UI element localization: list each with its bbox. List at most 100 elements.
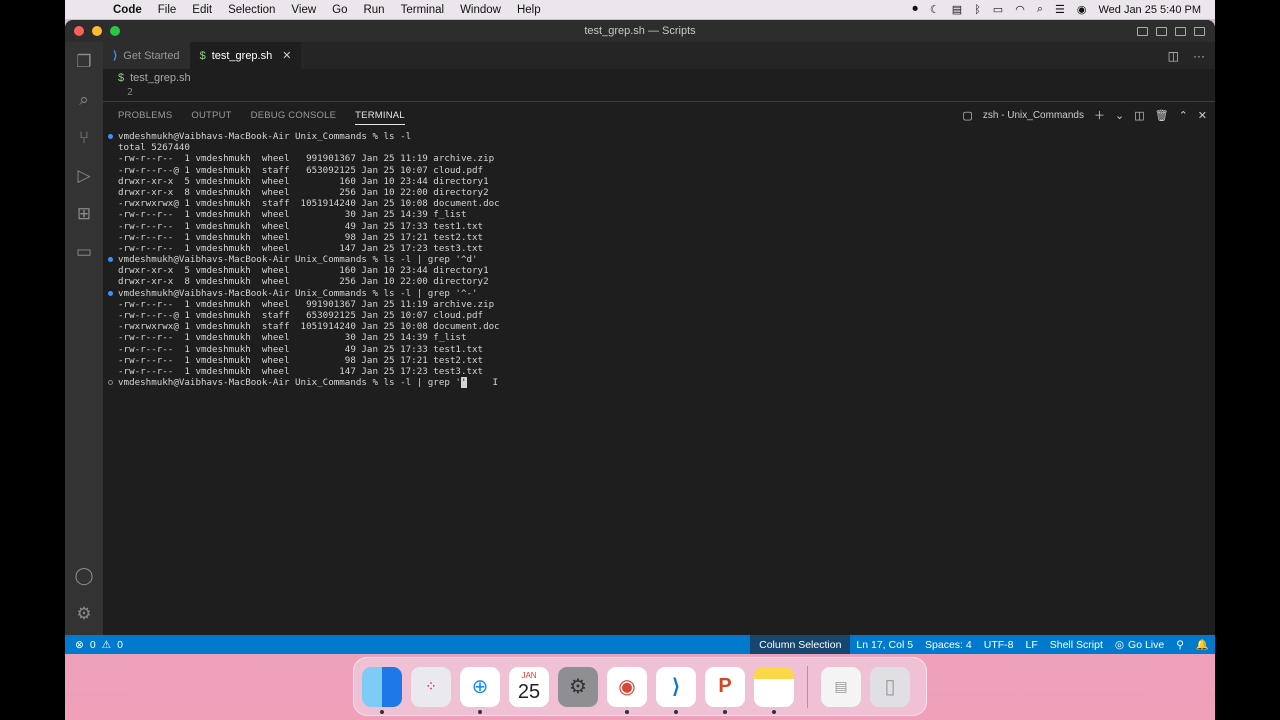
dock-separator bbox=[807, 665, 808, 708]
menu-edit[interactable]: Edit bbox=[184, 4, 220, 16]
warning-icon[interactable]: ⚠ bbox=[102, 639, 111, 651]
menu-window[interactable]: Window bbox=[452, 4, 509, 16]
tab-problems[interactable]: PROBLEMS bbox=[118, 110, 172, 121]
powerpoint-icon[interactable]: P bbox=[705, 666, 745, 714]
calendar-day: 25 bbox=[517, 680, 541, 703]
control-strip-icon[interactable]: ▤ bbox=[952, 3, 962, 16]
tab-get-started[interactable]: ⟩ Get Started bbox=[103, 42, 190, 69]
safari-icon[interactable]: ⊕ bbox=[460, 666, 500, 714]
control-center-icon[interactable]: ☰ bbox=[1055, 3, 1065, 16]
vscode-icon[interactable]: ⟩ bbox=[656, 666, 696, 714]
calendar-icon[interactable]: JAN 25 bbox=[509, 666, 549, 707]
extensions-icon[interactable]: ⊞ bbox=[74, 204, 94, 224]
terminal-line-text: drwxr-xr-x 8 vmdeshmukh wheel 256 Jan 10… bbox=[118, 276, 489, 288]
chevron-down-icon[interactable]: ⌄ bbox=[1115, 109, 1124, 122]
terminal-prompt-line[interactable]: vmdeshmukh@Vaibhavs-MacBook-Air Unix_Com… bbox=[108, 377, 1215, 389]
terminal-line: -rw-r--r--@ 1 vmdeshmukh staff 653092125… bbox=[118, 165, 1215, 176]
terminal-line-text: vmdeshmukh@Vaibhavs-MacBook-Air Unix_Com… bbox=[118, 131, 412, 142]
source-control-icon[interactable]: ⑂ bbox=[74, 128, 94, 148]
language-mode[interactable]: Shell Script bbox=[1044, 635, 1109, 654]
breadcrumb-file[interactable]: test_grep.sh bbox=[130, 72, 191, 84]
more-actions-icon[interactable]: ··· bbox=[1193, 49, 1205, 63]
split-terminal-icon[interactable]: ◫ bbox=[1134, 109, 1144, 122]
wifi-icon[interactable]: ◠ bbox=[1015, 3, 1025, 16]
settings-gear-icon[interactable]: ⚙ bbox=[74, 604, 94, 624]
warning-count[interactable]: 0 bbox=[117, 639, 123, 651]
close-tab-icon[interactable]: ✕ bbox=[282, 49, 291, 62]
shell-icon: $ bbox=[118, 72, 125, 84]
dock: ⁘ ⊕ JAN 25 ⚙ ◉ ⟩ P ▤ ▯ bbox=[353, 657, 927, 716]
split-editor-icon[interactable]: ◫ bbox=[1168, 49, 1179, 63]
indentation[interactable]: Spaces: 4 bbox=[919, 635, 978, 654]
terminal-line-text: vmdeshmukh@Vaibhavs-MacBook-Air Unix_Com… bbox=[118, 287, 478, 299]
close-panel-icon[interactable]: ✕ bbox=[1198, 109, 1207, 122]
terminal-line: -rw-r--r-- 1 vmdeshmukh wheel 147 Jan 25… bbox=[118, 366, 1215, 377]
bottom-panel: PROBLEMS OUTPUT DEBUG CONSOLE TERMINAL ▢… bbox=[103, 101, 1215, 635]
column-selection-status[interactable]: Column Selection bbox=[750, 635, 851, 654]
menu-app-name[interactable]: Code bbox=[105, 4, 150, 16]
notes-icon[interactable] bbox=[754, 666, 794, 714]
clock[interactable]: Wed Jan 25 5:40 PM bbox=[1098, 4, 1201, 16]
menu-run[interactable]: Run bbox=[355, 4, 392, 16]
cursor-position[interactable]: Ln 17, Col 5 bbox=[850, 635, 919, 654]
new-terminal-icon[interactable]: ＋ bbox=[1094, 107, 1105, 123]
command-decoration-icon[interactable] bbox=[108, 290, 113, 296]
tab-terminal[interactable]: TERMINAL bbox=[355, 110, 405, 125]
battery-icon[interactable]: ▭ bbox=[993, 3, 1003, 16]
calendar-month: JAN bbox=[521, 670, 537, 680]
record-icon[interactable]: ⏺ bbox=[912, 3, 918, 16]
explorer-icon[interactable]: ❐ bbox=[74, 52, 94, 72]
menu-file[interactable]: File bbox=[150, 4, 185, 16]
remote-explorer-icon[interactable]: ▭ bbox=[74, 242, 94, 262]
search-icon[interactable]: ⌕ bbox=[1037, 3, 1043, 16]
trash-icon[interactable]: ▯ bbox=[870, 666, 910, 707]
system-settings-icon[interactable]: ⚙ bbox=[558, 666, 598, 707]
activity-bar: ❐ ⌕ ⑂ ▷ ⊞ ▭ ◯ ⚙ bbox=[65, 42, 103, 654]
accounts-icon[interactable]: ◯ bbox=[74, 566, 94, 586]
terminal-line: -rw-r--r-- 1 vmdeshmukh wheel 991901367 … bbox=[118, 299, 1215, 310]
vscode-icon: ⟩ bbox=[113, 50, 118, 62]
error-icon[interactable]: ⊗ bbox=[75, 639, 84, 651]
tab-label: test_grep.sh bbox=[211, 49, 273, 62]
feedback-icon[interactable]: ⚲ bbox=[1170, 635, 1190, 654]
launchpad-icon[interactable]: ⁘ bbox=[411, 666, 451, 707]
command-decoration-icon[interactable] bbox=[108, 380, 113, 386]
downloads-stack-icon[interactable]: ▤ bbox=[821, 666, 861, 707]
siri-icon[interactable]: ◉ bbox=[1077, 3, 1087, 16]
menu-terminal[interactable]: Terminal bbox=[393, 4, 452, 16]
bluetooth-icon[interactable]: ᛒ bbox=[974, 4, 981, 16]
terminal-output[interactable]: vmdeshmukh@Vaibhavs-MacBook-Air Unix_Com… bbox=[103, 128, 1215, 635]
terminal-line: -rwxrwxrwx@ 1 vmdeshmukh staff 105191424… bbox=[118, 321, 1215, 332]
window-title: test_grep.sh — Scripts bbox=[584, 25, 696, 37]
command-decoration-icon[interactable] bbox=[108, 257, 113, 263]
finder-icon[interactable] bbox=[362, 666, 402, 714]
menu-view[interactable]: View bbox=[283, 4, 324, 16]
command-decoration-icon[interactable] bbox=[108, 134, 113, 139]
terminal-line-text: -rwxrwxrwx@ 1 vmdeshmukh staff 105191424… bbox=[118, 321, 500, 333]
notifications-bell-icon[interactable]: 🔔 bbox=[1190, 635, 1215, 654]
menu-selection[interactable]: Selection bbox=[220, 4, 283, 16]
breadcrumb: $ test_grep.sh bbox=[103, 69, 1215, 87]
terminal-line: drwxr-xr-x 5 vmdeshmukh wheel 160 Jan 10… bbox=[118, 176, 1215, 187]
moon-icon[interactable]: ☾ bbox=[930, 3, 940, 16]
broadcast-icon: ◎ bbox=[1114, 638, 1125, 651]
tab-test-grep[interactable]: $ test_grep.sh ✕ bbox=[189, 42, 302, 69]
terminal-name[interactable]: zsh - Unix_Commands bbox=[983, 110, 1084, 121]
encoding[interactable]: UTF-8 bbox=[978, 635, 1020, 654]
search-icon[interactable]: ⌕ bbox=[74, 90, 94, 110]
run-debug-icon[interactable]: ▷ bbox=[74, 166, 94, 186]
error-count[interactable]: 0 bbox=[90, 639, 96, 651]
menu-help[interactable]: Help bbox=[509, 4, 549, 16]
terminal-line: drwxr-xr-x 8 vmdeshmukh wheel 256 Jan 10… bbox=[118, 187, 1215, 198]
shell-icon: $ bbox=[199, 49, 206, 62]
terminal-line: -rw-r--r-- 1 vmdeshmukh wheel 98 Jan 25 … bbox=[118, 232, 1215, 243]
maximize-panel-icon[interactable]: ⌃ bbox=[1179, 109, 1188, 122]
tab-output[interactable]: OUTPUT bbox=[191, 110, 231, 121]
menu-go[interactable]: Go bbox=[324, 4, 355, 16]
go-live-button[interactable]: ◎ Go Live bbox=[1109, 635, 1170, 654]
trash-icon[interactable]: 🗑 bbox=[1155, 109, 1169, 122]
end-of-line[interactable]: LF bbox=[1019, 635, 1043, 654]
tab-debug-console[interactable]: DEBUG CONSOLE bbox=[251, 110, 336, 121]
chrome-icon[interactable]: ◉ bbox=[607, 666, 647, 714]
terminal-line: total 5267440 bbox=[118, 142, 1215, 153]
